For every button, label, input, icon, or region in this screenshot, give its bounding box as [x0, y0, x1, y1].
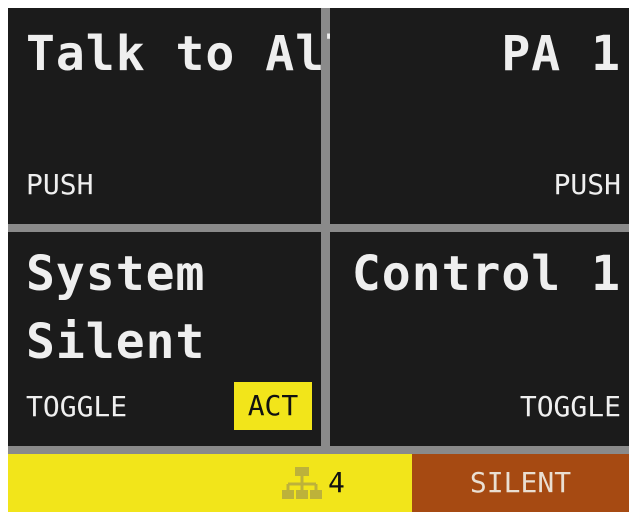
network-topology-icon [282, 467, 322, 499]
status-bar-network: 4 [8, 454, 412, 512]
key-talk-to-all[interactable]: Talk to All PUSH [8, 8, 354, 224]
silent-status: SILENT [412, 454, 629, 512]
key-title: Control 1 [351, 246, 621, 302]
active-badge: ACT [234, 382, 312, 430]
key-title-line-2: Silent [26, 314, 206, 370]
key-mode: TOGGLE [519, 390, 621, 423]
intercom-display: Talk to All PUSH PA 1 PUSH System Silent… [8, 8, 629, 512]
key-title: Talk to All [26, 26, 355, 82]
key-control-1[interactable]: Control 1 TOGGLE [330, 232, 629, 446]
key-mode: PUSH [553, 168, 621, 201]
network-count: 4 [328, 466, 345, 499]
key-mode: PUSH [26, 168, 94, 201]
key-pa-1[interactable]: PA 1 PUSH [330, 8, 629, 224]
key-mode: TOGGLE [26, 390, 128, 423]
key-system-silent[interactable]: System Silent TOGGLE ACT [8, 232, 321, 446]
key-title-line-1: System [26, 246, 206, 302]
key-title: PA 1 [501, 26, 621, 82]
